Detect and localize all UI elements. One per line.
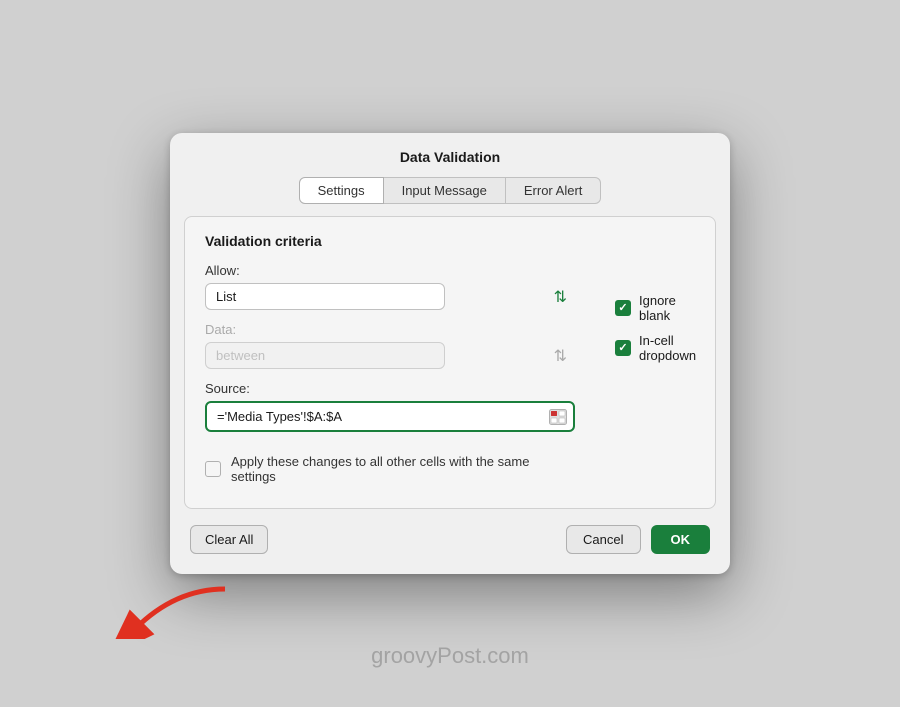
footer-right: Cancel OK — [566, 525, 710, 554]
source-label: Source: — [205, 381, 575, 396]
allow-select[interactable]: List — [205, 283, 445, 310]
source-range-picker-icon[interactable] — [547, 407, 569, 427]
allow-select-wrapper: List ⇅ — [205, 283, 575, 310]
in-cell-dropdown-checkmark: ✓ — [618, 343, 627, 354]
form-right: ✓ Ignore blank ✓ In-cell dropdown — [615, 263, 696, 363]
apply-text: Apply these changes to all other cells w… — [231, 454, 575, 484]
source-field-wrapper — [205, 401, 575, 432]
data-select-wrapper: between ⇅ — [205, 342, 575, 369]
tab-bar: Settings Input Message Error Alert — [170, 177, 730, 216]
ok-button[interactable]: OK — [651, 525, 711, 554]
cancel-button[interactable]: Cancel — [566, 525, 640, 554]
form-left: Allow: List ⇅ Data: between ⇅ Source: — [205, 263, 575, 484]
clear-all-button[interactable]: Clear All — [190, 525, 268, 554]
apply-checkbox[interactable] — [205, 461, 221, 477]
allow-select-arrow-icon: ⇅ — [554, 287, 567, 307]
ignore-blank-checkmark: ✓ — [618, 303, 627, 314]
watermark: groovyPost.com — [371, 643, 529, 669]
apply-row: Apply these changes to all other cells w… — [205, 454, 575, 484]
allow-label: Allow: — [205, 263, 575, 278]
data-select[interactable]: between — [205, 342, 445, 369]
dialog-title: Data Validation — [170, 133, 730, 177]
source-input[interactable] — [205, 401, 575, 432]
data-label: Data: — [205, 322, 575, 337]
dialog-footer: Clear All Cancel OK — [170, 509, 730, 554]
in-cell-dropdown-label: In-cell dropdown — [639, 333, 696, 363]
data-validation-dialog: Data Validation Settings Input Message E… — [170, 133, 730, 574]
ignore-blank-label: Ignore blank — [639, 293, 696, 323]
in-cell-dropdown-checkbox[interactable]: ✓ — [615, 340, 631, 356]
section-title: Validation criteria — [205, 233, 695, 249]
arrow-annotation — [115, 579, 235, 639]
dialog-body: Validation criteria Allow: List ⇅ Data: … — [184, 216, 716, 509]
ignore-blank-checkbox[interactable]: ✓ — [615, 300, 631, 316]
tab-error-alert[interactable]: Error Alert — [506, 177, 602, 204]
form-layout: Allow: List ⇅ Data: between ⇅ Source: — [205, 263, 695, 484]
data-select-arrow-icon: ⇅ — [554, 346, 567, 366]
ignore-blank-row: ✓ Ignore blank — [615, 293, 696, 323]
in-cell-dropdown-row: ✓ In-cell dropdown — [615, 333, 696, 363]
tab-input-message[interactable]: Input Message — [384, 177, 506, 204]
tab-settings[interactable]: Settings — [299, 177, 384, 204]
